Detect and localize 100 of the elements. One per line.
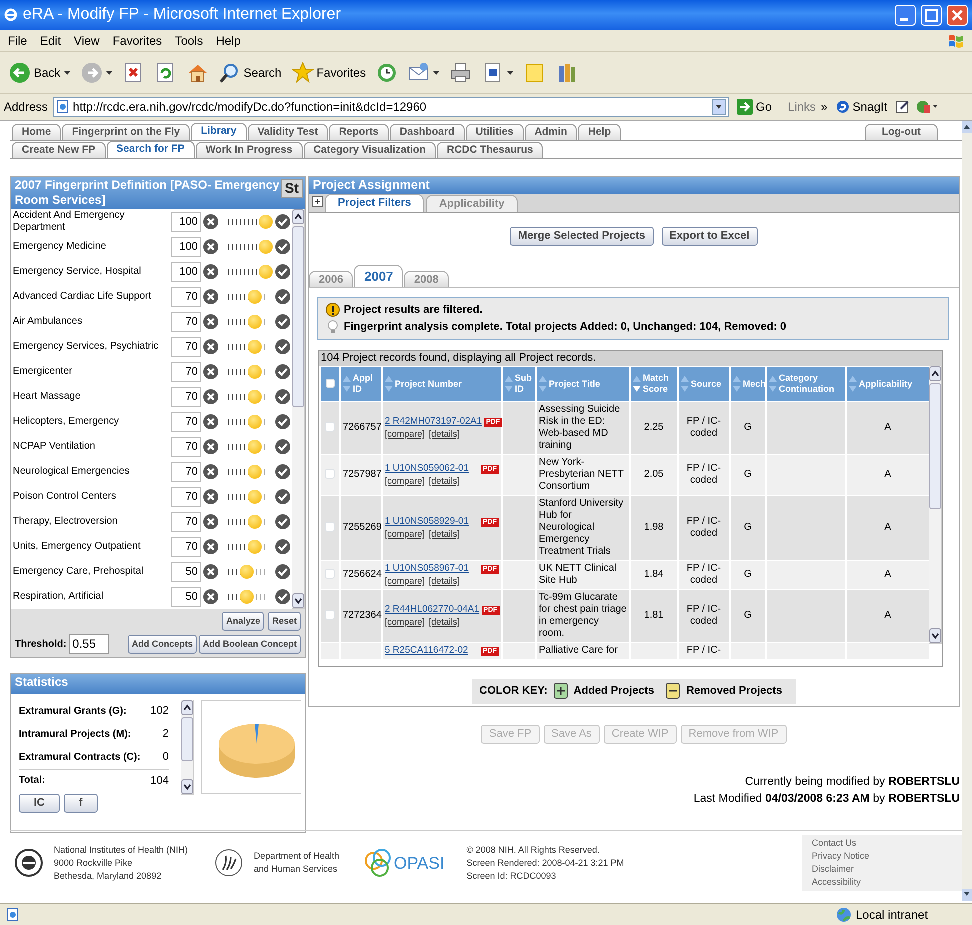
slider-thumb[interactable] bbox=[248, 414, 262, 428]
remove-icon[interactable] bbox=[203, 438, 219, 454]
slider-thumb[interactable] bbox=[248, 440, 262, 454]
remove-icon[interactable] bbox=[203, 564, 219, 580]
value-field[interactable]: 70 bbox=[171, 312, 201, 332]
value-field[interactable]: 70 bbox=[171, 536, 201, 556]
sub-tab[interactable]: Work In Progress bbox=[196, 142, 303, 158]
remove-icon[interactable] bbox=[203, 238, 219, 254]
sub-tab[interactable]: RCDC Thesaurus bbox=[436, 142, 544, 158]
value-field[interactable]: 70 bbox=[171, 512, 201, 532]
nav-tab[interactable]: Utilities bbox=[466, 124, 524, 140]
check-icon[interactable] bbox=[275, 414, 291, 430]
sub-tab[interactable]: Create New FP bbox=[12, 142, 106, 158]
menu-item[interactable]: Favorites bbox=[112, 32, 162, 50]
close-button[interactable] bbox=[947, 4, 968, 26]
footer-link[interactable]: Accessibility bbox=[812, 876, 952, 889]
menu-item[interactable]: View bbox=[74, 32, 100, 50]
scrollbar[interactable] bbox=[929, 366, 942, 644]
check-icon[interactable] bbox=[275, 564, 291, 580]
action-button[interactable]: Merge Selected Projects bbox=[510, 227, 654, 246]
menu-item[interactable]: Edit bbox=[40, 32, 62, 50]
address-field[interactable]: http://rcdc.era.nih.gov/rcdc/modifyDc.do?function=init&dcId=12960 bbox=[53, 97, 730, 117]
slider-thumb[interactable] bbox=[248, 464, 262, 478]
check-icon[interactable] bbox=[275, 464, 291, 480]
checkbox[interactable] bbox=[325, 469, 335, 479]
value-field[interactable]: 70 bbox=[171, 386, 201, 406]
value-field[interactable]: 70 bbox=[171, 486, 201, 506]
menu-item[interactable]: File bbox=[8, 32, 28, 50]
detail-link[interactable]: [compare] bbox=[385, 475, 426, 487]
back-button[interactable]: Back bbox=[6, 60, 74, 86]
value-field[interactable]: 50 bbox=[171, 562, 201, 582]
chevron-button[interactable]: » bbox=[821, 98, 828, 116]
check-icon[interactable] bbox=[275, 588, 291, 604]
edit-icon[interactable] bbox=[895, 99, 912, 115]
detail-link[interactable]: [details] bbox=[429, 475, 460, 487]
slider-thumb[interactable] bbox=[248, 340, 262, 354]
footer-link[interactable]: Contact Us bbox=[812, 837, 952, 850]
check-icon[interactable] bbox=[275, 514, 291, 530]
threshold-field[interactable]: 0.55 bbox=[68, 634, 109, 654]
side-button[interactable]: St bbox=[281, 179, 303, 198]
check-icon[interactable] bbox=[275, 438, 291, 454]
check-icon[interactable] bbox=[275, 488, 291, 504]
remove-icon[interactable] bbox=[203, 288, 219, 304]
slider-thumb[interactable] bbox=[248, 314, 262, 328]
slider-thumb[interactable] bbox=[248, 490, 262, 504]
slider-thumb[interactable] bbox=[248, 290, 262, 304]
value-field[interactable]: 70 bbox=[171, 362, 201, 382]
panel-button[interactable]: Reset bbox=[268, 612, 301, 631]
detail-link[interactable]: [details] bbox=[429, 528, 460, 540]
check-icon[interactable] bbox=[275, 388, 291, 404]
value-field[interactable]: 100 bbox=[171, 212, 201, 232]
scrollbar[interactable] bbox=[181, 700, 194, 795]
slider-thumb[interactable] bbox=[240, 590, 254, 604]
check-icon[interactable] bbox=[275, 264, 291, 280]
remove-icon[interactable] bbox=[203, 588, 219, 604]
check-icon[interactable] bbox=[275, 214, 291, 230]
nav-tab[interactable]: Dashboard bbox=[390, 124, 465, 140]
checkbox[interactable] bbox=[325, 569, 335, 579]
slider-thumb[interactable] bbox=[240, 564, 254, 578]
project-link[interactable]: 5 R25CA116472-02 bbox=[385, 645, 468, 657]
logout-tab[interactable]: Log-out bbox=[864, 124, 938, 140]
remove-icon[interactable] bbox=[203, 414, 219, 430]
detail-link[interactable]: [details] bbox=[429, 616, 460, 628]
footer-link[interactable]: Privacy Notice bbox=[812, 850, 952, 863]
stat-button[interactable]: f bbox=[64, 794, 98, 812]
remove-icon[interactable] bbox=[203, 364, 219, 380]
remove-icon[interactable] bbox=[203, 314, 219, 330]
slider-thumb[interactable] bbox=[248, 514, 262, 528]
maximize-button[interactable] bbox=[921, 4, 942, 26]
year-tab[interactable]: 2007 bbox=[354, 265, 404, 287]
value-field[interactable]: 50 bbox=[171, 586, 201, 606]
check-icon[interactable] bbox=[275, 314, 291, 330]
project-link[interactable]: 2 R44HL062770-04A1 bbox=[385, 604, 480, 616]
remove-icon[interactable] bbox=[203, 388, 219, 404]
value-field[interactable]: 70 bbox=[171, 462, 201, 482]
remove-icon[interactable] bbox=[203, 488, 219, 504]
nav-tab[interactable]: Reports bbox=[329, 124, 389, 140]
slider-thumb[interactable] bbox=[259, 264, 273, 278]
project-link[interactable]: 1 U10NS058967-01 bbox=[385, 563, 469, 575]
detail-link[interactable]: [details] bbox=[429, 575, 460, 587]
panel-button[interactable]: Analyze bbox=[222, 612, 264, 631]
detail-link[interactable]: [compare] bbox=[385, 575, 426, 587]
nav-tab[interactable]: Admin bbox=[524, 124, 578, 140]
snagit-button[interactable]: SnagIt bbox=[832, 96, 890, 118]
stat-button[interactable]: IC bbox=[19, 794, 60, 812]
remove-icon[interactable] bbox=[203, 264, 219, 280]
add-button[interactable]: Add Boolean Concept bbox=[199, 634, 301, 654]
menu-item[interactable]: Help bbox=[216, 32, 241, 50]
expand-icon[interactable] bbox=[312, 196, 323, 207]
nav-tab[interactable]: Fingerprint on the Fly bbox=[62, 124, 190, 140]
checkbox[interactable] bbox=[326, 378, 334, 388]
favorites-button[interactable]: Favorites bbox=[288, 60, 370, 86]
slider-thumb[interactable] bbox=[248, 364, 262, 378]
add-button[interactable]: Add Concepts bbox=[128, 634, 197, 654]
menu-item[interactable]: Tools bbox=[175, 32, 204, 50]
scrollbar[interactable] bbox=[962, 121, 972, 901]
check-icon[interactable] bbox=[275, 338, 291, 354]
project-link[interactable]: 1 U10NS059062-01 bbox=[385, 463, 469, 475]
action-button[interactable]: Export to Excel bbox=[662, 227, 758, 246]
nav-tab[interactable]: Validity Test bbox=[248, 124, 328, 140]
